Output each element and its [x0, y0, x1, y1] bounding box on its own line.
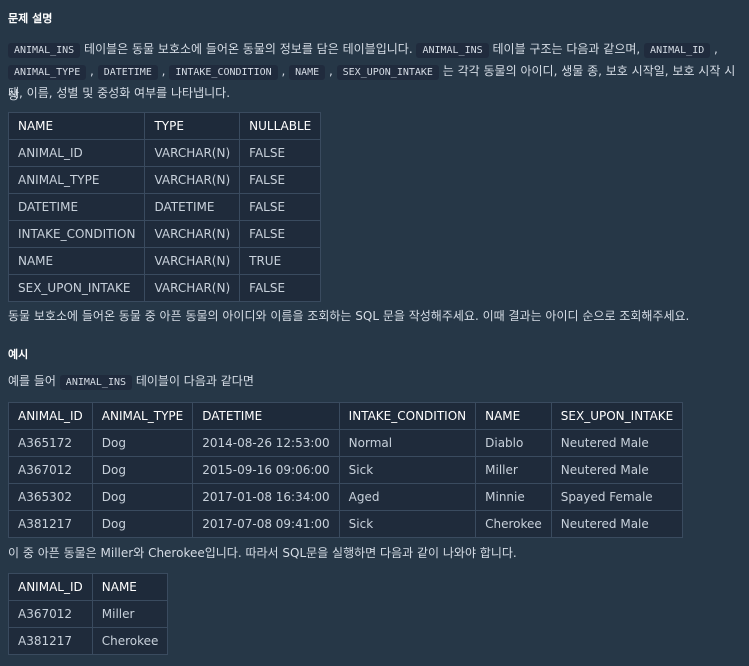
code-intake-condition: INTAKE_CONDITION	[169, 65, 278, 80]
example-intro: 예를 들어 ANIMAL_INS 테이블이 다음과 같다면	[8, 374, 254, 390]
schema-header-nullable: NULLABLE	[239, 112, 322, 140]
result-header-animal-id: ANIMAL_ID	[8, 573, 93, 601]
example-header-intake-condition: INTAKE_CONDITION	[338, 402, 477, 430]
example-header-sex-upon-intake: SEX_UPON_INTAKE	[550, 402, 684, 430]
table-row: A381217 Cherokee	[8, 627, 169, 655]
question-text: 동물 보호소에 들어온 동물 중 아픈 동물의 아이디와 이름을 조회하는 SQ…	[8, 309, 690, 323]
example-table: ANIMAL_ID ANIMAL_TYPE DATETIME INTAKE_CO…	[8, 402, 684, 538]
code-animal-type: ANIMAL_TYPE	[8, 65, 87, 80]
table-row: A367012 Dog 2015-09-16 09:06:00 Sick Mil…	[8, 456, 684, 484]
table-row: ANIMAL_ID VARCHAR(N) FALSE	[7, 139, 322, 167]
code-name: NAME	[289, 65, 326, 80]
schema-header-name: NAME	[7, 112, 146, 140]
table-row: INTAKE_CONDITION VARCHAR(N) FALSE	[7, 220, 322, 248]
table-row: NAME VARCHAR(N) TRUE	[7, 247, 322, 275]
result-intro: 이 중 아픈 동물은 Miller와 Cherokee입니다. 따라서 SQL문…	[8, 546, 517, 560]
code-animal-ins: ANIMAL_INS	[8, 43, 81, 58]
schema-table-header-row: NAME TYPE NULLABLE	[7, 112, 322, 140]
table-row: DATETIME DATETIME FALSE	[7, 193, 322, 221]
code-sex-upon-intake: SEX_UPON_INTAKE	[336, 65, 439, 80]
intro-line-1: ANIMAL_INS 테이블은 동물 보호소에 들어온 동물의 정보를 담은 테…	[8, 38, 743, 62]
example-header-name: NAME	[475, 402, 552, 430]
code-animal-ins-2: ANIMAL_INS	[416, 43, 489, 58]
code-animal-id: ANIMAL_ID	[644, 43, 711, 58]
section-title: 문제 설명	[8, 12, 53, 25]
result-table: ANIMAL_ID NAME A367012 Miller A381217 Ch…	[8, 573, 169, 655]
intro-line-3: 태, 이름, 성별 및 중성화 여부를 나타냅니다.	[8, 86, 231, 100]
example-header-animal-id: ANIMAL_ID	[8, 402, 93, 430]
table-row: A365302 Dog 2017-01-08 16:34:00 Aged Min…	[8, 483, 684, 511]
example-header-animal-type: ANIMAL_TYPE	[91, 402, 194, 430]
table-row: A365172 Dog 2014-08-26 12:53:00 Normal D…	[8, 429, 684, 457]
table-row: ANIMAL_TYPE VARCHAR(N) FALSE	[7, 166, 322, 194]
example-header-datetime: DATETIME	[192, 402, 340, 430]
table-row: A381217 Dog 2017-07-08 09:41:00 Sick Che…	[8, 510, 684, 538]
table-row: A367012 Miller	[8, 600, 169, 628]
code-datetime: DATETIME	[97, 65, 158, 80]
result-table-header-row: ANIMAL_ID NAME	[8, 573, 169, 601]
schema-table: NAME TYPE NULLABLE ANIMAL_ID VARCHAR(N) …	[7, 112, 322, 302]
table-row: SEX_UPON_INTAKE VARCHAR(N) FALSE	[7, 274, 322, 302]
code-animal-ins-example: ANIMAL_INS	[59, 375, 133, 390]
example-title: 예시	[8, 348, 29, 361]
example-table-header-row: ANIMAL_ID ANIMAL_TYPE DATETIME INTAKE_CO…	[8, 402, 684, 430]
result-header-name: NAME	[91, 573, 169, 601]
schema-header-type: TYPE	[144, 112, 241, 140]
